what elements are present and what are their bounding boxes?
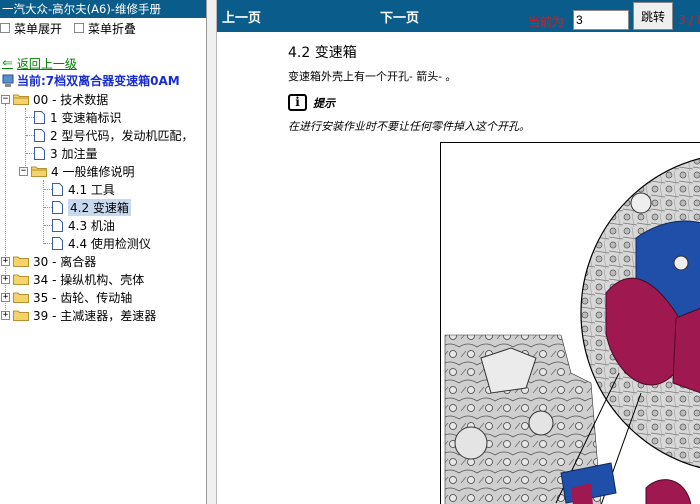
tree-item-label: 4.1 工具: [68, 182, 115, 197]
section-title: 4.2 变速箱: [288, 45, 357, 61]
document-icon: [52, 200, 63, 214]
tree-line: [26, 153, 34, 154]
page-count: 3 / 8: [678, 13, 700, 27]
folder-icon: [13, 274, 29, 285]
document-icon: [34, 110, 45, 124]
page-number-input[interactable]: [573, 10, 629, 30]
tree-item-00-2[interactable]: 2 型号代码，发动机匹配，: [34, 126, 193, 144]
expand-toggle-icon[interactable]: +: [1, 256, 10, 266]
expand-toggle-icon[interactable]: +: [1, 310, 10, 320]
jump-button[interactable]: 跳转: [633, 2, 673, 30]
tree-item-00-4[interactable]: − 4 一般维修说明: [19, 162, 134, 180]
arrow-left-icon: ⇐: [2, 56, 13, 71]
current-location: 当前:7档双离合器变速箱0AM: [2, 72, 180, 89]
tree-line: [26, 117, 34, 118]
hint-header: i 提示: [288, 94, 335, 111]
tree-item-label: 3 加注量: [50, 146, 98, 161]
document-icon: [52, 218, 63, 232]
tree-line: [26, 135, 34, 136]
tree-item-00-3[interactable]: 3 加注量: [34, 144, 97, 162]
checkbox-icon: [0, 23, 10, 33]
tree-line: [44, 189, 52, 190]
expand-toggle-icon[interactable]: +: [1, 274, 10, 284]
expand-menu-label: 菜单展开: [14, 21, 63, 36]
hint-text: 在进行安装作业时不要让任何零件掉入这个开孔。: [288, 120, 530, 133]
document-icon: [34, 146, 45, 160]
tree-item-label: 39 - 主减速器，差速器: [33, 308, 157, 323]
tree-item-00-4-4[interactable]: 4.4 使用检测仪: [52, 234, 151, 252]
tree-line: [44, 225, 52, 226]
tree-item-35[interactable]: + 35 - 齿轮、传动轴: [1, 288, 132, 306]
tree-item-39[interactable]: + 39 - 主减速器，差速器: [1, 306, 156, 324]
current-page-label: 当前为: [528, 15, 565, 29]
tree-item-00-1[interactable]: 1 变速箱标识: [34, 108, 121, 126]
tree-item-label: 00 - 技术数据: [33, 92, 109, 107]
tree-item-00[interactable]: − 00 - 技术数据: [1, 90, 108, 108]
tree-item-label: 4 一般维修说明: [51, 164, 135, 179]
app-title: 一汽大众-高尔夫(A6)-维修手册: [0, 0, 206, 18]
content-pane: 上一页 下一页 当前为 跳转 3 / 8 4.2 变速箱 变速箱外壳上有一个开孔…: [217, 0, 700, 504]
pane-splitter[interactable]: [206, 0, 217, 504]
info-icon: i: [288, 94, 307, 111]
tree-item-label: 35 - 齿轮、传动轴: [33, 290, 133, 305]
document-icon: [52, 236, 63, 250]
tree-item-30[interactable]: + 30 - 离合器: [1, 252, 96, 270]
collapse-menu-label: 菜单折叠: [88, 21, 137, 36]
current-location-label: 当前:7档双离合器变速箱0AM: [17, 74, 180, 88]
folder-icon: [31, 166, 47, 177]
tree-line: [44, 207, 52, 208]
collapse-toggle-icon[interactable]: −: [19, 166, 28, 176]
tree-item-00-4-3[interactable]: 4.3 机油: [52, 216, 115, 234]
left-pane: 一汽大众-高尔夫(A6)-维修手册 菜单展开 菜单折叠 ⇐ 返回上一级 当前:7…: [0, 0, 206, 504]
folder-icon: [13, 256, 29, 267]
section-description: 变速箱外壳上有一个开孔- 箭头- 。: [288, 70, 457, 83]
tree-line: [44, 243, 52, 244]
tree-item-label: 30 - 离合器: [33, 254, 97, 269]
checkbox-icon: [74, 23, 85, 33]
tree-item-label: 4.4 使用检测仪: [68, 236, 151, 251]
tree-item-label-selected: 4.2 变速箱: [68, 198, 131, 216]
back-link-label: 返回上一级: [16, 57, 77, 71]
collapse-toggle-icon[interactable]: −: [1, 94, 10, 104]
next-page-link[interactable]: 下一页: [380, 7, 419, 26]
document-icon: [34, 128, 45, 142]
hint-title: 提示: [313, 96, 335, 110]
document-icon: [52, 182, 63, 196]
back-link[interactable]: ⇐ 返回上一级: [2, 55, 77, 72]
transmission-illustration: [440, 142, 700, 504]
tree-item-34[interactable]: + 34 - 操纵机构、壳体: [1, 270, 144, 288]
folder-icon: [13, 94, 29, 105]
expand-menu-button[interactable]: 菜单展开: [0, 20, 62, 37]
folder-icon: [13, 310, 29, 321]
menu-row: 菜单展开 菜单折叠: [0, 18, 206, 38]
tree-item-00-4-1[interactable]: 4.1 工具: [52, 180, 115, 198]
engine-image: [444, 157, 700, 504]
tree-item-label: 2 型号代码，发动机匹配，: [50, 128, 194, 143]
computer-icon: [2, 74, 14, 87]
tree-item-00-4-2[interactable]: 4.2 变速箱: [52, 198, 131, 216]
collapse-menu-button[interactable]: 菜单折叠: [74, 20, 136, 37]
tree-item-label: 34 - 操纵机构、壳体: [33, 272, 145, 287]
tree-item-label: 1 变速箱标识: [50, 110, 122, 125]
expand-toggle-icon[interactable]: +: [1, 292, 10, 302]
tree-item-label: 4.3 机油: [68, 218, 115, 233]
prev-page-link[interactable]: 上一页: [222, 7, 261, 26]
folder-icon: [13, 292, 29, 303]
